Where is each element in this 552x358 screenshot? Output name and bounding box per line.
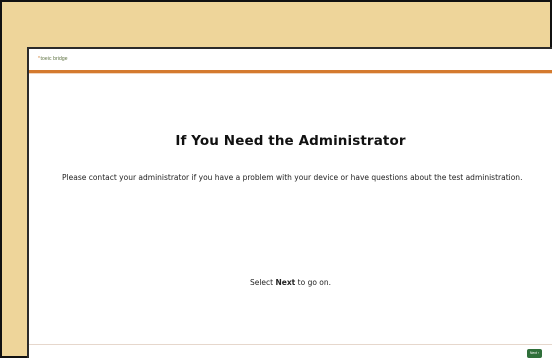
chevron-right-icon: › xyxy=(538,351,540,355)
main-content: If You Need the Administrator Please con… xyxy=(29,74,552,330)
instruction-keyword: Next xyxy=(275,278,296,287)
instruction-prefix: Select xyxy=(249,278,276,287)
next-button[interactable]: Next› xyxy=(527,349,542,358)
footer-divider xyxy=(29,344,552,345)
test-screen: *toeic bridge If You Need the Administra… xyxy=(27,47,552,358)
instruction-paragraph: Please contact your administrator if you… xyxy=(62,173,523,182)
brand-logo: *toeic bridge xyxy=(38,56,68,62)
next-button-label: Next xyxy=(529,351,538,355)
instruction-suffix: to go on. xyxy=(295,278,332,287)
brand-name: toeic bridge xyxy=(40,56,68,62)
next-instruction: Select Next to go on. xyxy=(29,278,552,287)
top-bar: *toeic bridge xyxy=(29,49,552,70)
page-title: If You Need the Administrator xyxy=(175,133,406,149)
